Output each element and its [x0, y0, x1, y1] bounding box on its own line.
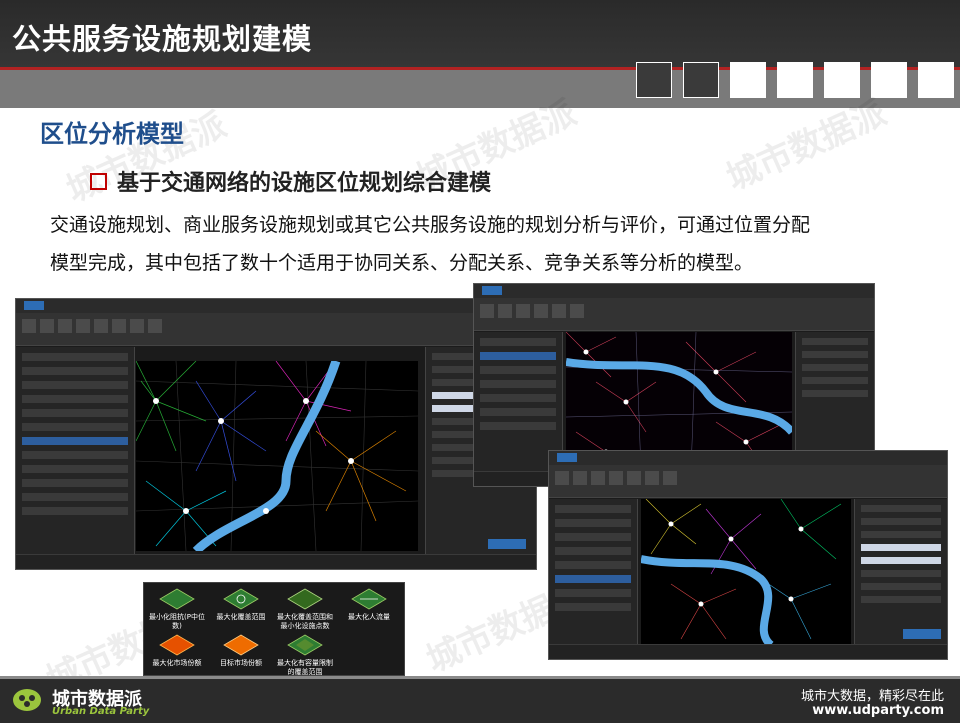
model-type-item: 目标市场份额 — [210, 633, 272, 668]
body-paragraph: 交通设施规划、商业服务设施规划或其它公共服务设施的规划分析与评价，可通过位置分配… — [50, 206, 930, 282]
ribbon-tools — [555, 471, 677, 485]
ribbon-tools — [480, 304, 584, 318]
model-type-item: 最小化阻抗(P中位数) — [146, 587, 208, 631]
app-statusbar — [549, 644, 947, 659]
decor-square — [730, 62, 766, 98]
model-type-item: 最大化人流量 — [338, 587, 400, 622]
isometric-grid-icon — [223, 634, 259, 656]
isometric-grid-icon — [159, 588, 195, 610]
ribbon-tools — [22, 319, 162, 333]
udparty-logo-icon — [13, 689, 41, 711]
run-button[interactable] — [903, 629, 941, 639]
isometric-grid-icon — [159, 634, 195, 656]
contents-panel — [549, 499, 638, 645]
decor-square — [636, 62, 672, 98]
arcgis-screenshot-allocation — [548, 450, 948, 660]
footer-url: www.udparty.com — [812, 703, 944, 718]
paragraph-line-1: 交通设施规划、商业服务设施规划或其它公共服务设施的规划分析与评价，可通过位置分配 — [50, 214, 811, 236]
slide-header: 公共服务设施规划建模 — [0, 0, 960, 108]
header-decor-squares — [636, 62, 954, 98]
run-button[interactable] — [488, 539, 526, 549]
slide-title: 公共服务设施规划建模 — [12, 22, 313, 56]
app-menubar — [549, 451, 947, 465]
arcgis-screenshot-main — [15, 298, 537, 570]
contents-panel — [16, 347, 135, 555]
app-menubar — [474, 284, 874, 298]
model-type-item: 最大化覆盖范围 — [210, 587, 272, 622]
paragraph-line-2: 模型完成，其中包括了数十个适用于协同关系、分配关系、竞争关系等分析的模型。 — [50, 252, 754, 274]
app-ribbon — [16, 313, 536, 346]
map-view — [135, 359, 419, 555]
section-title: 区位分析模型 — [40, 120, 184, 148]
isometric-grid-icon — [223, 588, 259, 610]
app-statusbar — [16, 554, 536, 569]
decor-square — [683, 62, 719, 98]
footer-slogan: 城市大数据，精彩尽在此 — [800, 689, 944, 704]
isometric-grid-icon — [287, 588, 323, 610]
network-map — [135, 359, 419, 555]
bullet-heading: 基于交通网络的设施区位规划综合建模 — [90, 165, 491, 197]
model-type-item: 最大化覆盖范围和最小化设施点数 — [274, 587, 336, 631]
decor-square — [777, 62, 813, 98]
bullet-text: 基于交通网络的设施区位规划综合建模 — [117, 171, 492, 196]
app-ribbon — [474, 298, 874, 331]
isometric-grid-icon — [287, 634, 323, 656]
app-ribbon — [549, 465, 947, 498]
model-type-item: 最大化市场份额 — [146, 633, 208, 668]
app-file-tab — [24, 301, 44, 310]
app-menubar — [16, 299, 536, 313]
geoprocessing-panel — [854, 499, 947, 645]
checkbox-bullet-icon — [90, 172, 107, 190]
network-map — [640, 498, 851, 649]
model-types-panel: 最小化阻抗(P中位数) 最大化覆盖范围 最大化覆盖范围和最小化设施点数 最大化人… — [143, 582, 405, 676]
decor-square — [918, 62, 954, 98]
model-type-item: 最大化有容量限制的覆盖范围 — [274, 633, 336, 677]
app-file-tab — [482, 286, 502, 295]
brand-name-en: Urban Data Party — [52, 706, 150, 717]
slide-footer: 城市数据派 Urban Data Party 城市大数据，精彩尽在此 www.u… — [0, 676, 960, 723]
app-file-tab — [557, 453, 577, 462]
decor-square — [871, 62, 907, 98]
isometric-grid-icon — [351, 588, 387, 610]
map-view — [640, 498, 851, 649]
